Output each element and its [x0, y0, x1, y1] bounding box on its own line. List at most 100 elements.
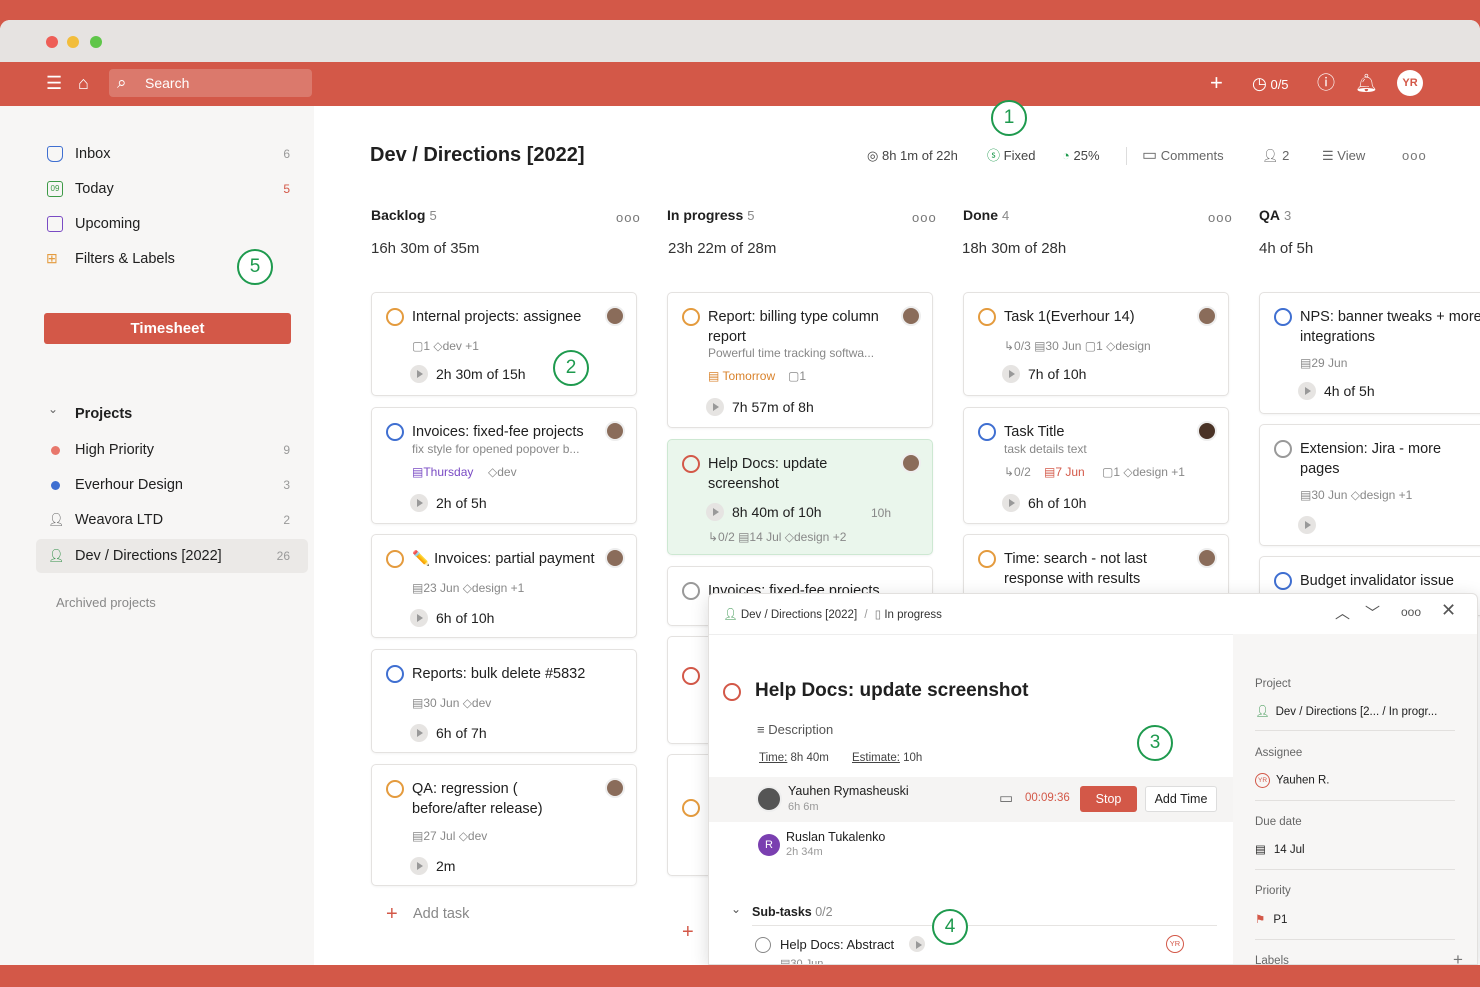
task-card[interactable]: Internal projects: assignee ▢1 ◇dev +1 2…	[371, 292, 637, 396]
sidebar-project-everhour-design[interactable]: Everhour Design 3	[36, 470, 308, 500]
more-options-icon[interactable]: ooo	[1401, 605, 1421, 619]
task-checkbox[interactable]	[723, 683, 741, 701]
sidebar-item-count: 3	[283, 478, 290, 492]
column-more-icon[interactable]: ooo	[912, 210, 937, 225]
breadcrumb-project[interactable]: Dev / Directions [2022]	[741, 609, 857, 621]
task-checkbox[interactable]	[978, 550, 996, 568]
play-icon[interactable]	[410, 365, 428, 383]
maximize-window-button[interactable]	[90, 36, 102, 48]
task-checkbox[interactable]	[682, 582, 700, 600]
task-checkbox[interactable]	[386, 423, 404, 441]
task-checkbox[interactable]	[978, 308, 996, 326]
play-icon[interactable]	[1002, 365, 1020, 383]
more-options-icon[interactable]: ooo	[1402, 148, 1427, 163]
task-card-active[interactable]: Help Docs: update screenshot 8h 40m of 1…	[667, 439, 933, 555]
sidebar-item-inbox[interactable]: Inbox 6	[36, 139, 308, 169]
column-more-icon[interactable]: ooo	[1208, 210, 1233, 225]
task-card[interactable]: NPS: banner tweaks + more integrations ▤…	[1259, 292, 1480, 414]
stop-timer-button[interactable]: Stop	[1080, 786, 1137, 812]
members-button[interactable]: 👤︎ 2	[1262, 147, 1289, 165]
task-checkbox[interactable]	[1274, 572, 1292, 590]
description-field[interactable]: ≡ Description	[757, 722, 833, 737]
task-card[interactable]: Reports: bulk delete #5832 ▤30 Jun ◇dev …	[371, 649, 637, 753]
archived-projects-link[interactable]: Archived projects	[56, 595, 156, 610]
detail-title[interactable]: Help Docs: update screenshot	[755, 680, 1028, 702]
task-checkbox[interactable]	[978, 423, 996, 441]
due-date-selector[interactable]: ▤ 14 Jul	[1255, 842, 1305, 856]
avatar[interactable]: YR	[1397, 70, 1423, 96]
sidebar-item-upcoming[interactable]: Upcoming	[36, 209, 308, 239]
task-checkbox[interactable]	[682, 308, 700, 326]
sidebar-project-dev-directions[interactable]: 👤︎ Dev / Directions [2022] 26	[36, 539, 308, 573]
clock-icon: ◎	[867, 148, 879, 163]
chevron-down-icon[interactable]: ﹀	[1365, 602, 1380, 623]
task-checkbox[interactable]	[1274, 440, 1292, 458]
task-checkbox[interactable]	[1274, 308, 1292, 326]
column-more-icon[interactable]: ooo	[616, 210, 641, 225]
plus-icon[interactable]: +	[386, 903, 398, 926]
sidebar-project-high-priority[interactable]: High Priority 9	[36, 435, 308, 465]
add-time-button[interactable]: Add Time	[1145, 786, 1217, 812]
task-checkbox[interactable]	[386, 780, 404, 798]
task-checkbox[interactable]	[386, 665, 404, 683]
timesheet-button[interactable]: Timesheet	[44, 313, 291, 344]
plus-icon[interactable]: +	[1453, 950, 1463, 964]
task-checkbox[interactable]	[386, 308, 404, 326]
add-task-icon[interactable]: +	[1210, 71, 1223, 95]
play-icon[interactable]	[706, 398, 724, 416]
menu-icon[interactable]: ☰	[46, 71, 62, 95]
comments-button[interactable]: ▭ Comments	[1142, 147, 1224, 165]
plus-icon[interactable]: +	[682, 921, 694, 944]
avatar[interactable]: YR	[1166, 935, 1184, 953]
minimize-window-button[interactable]	[67, 36, 79, 48]
play-icon[interactable]	[706, 503, 724, 521]
sidebar-item-today[interactable]: 09 Today 5	[36, 174, 308, 204]
project-time-summary[interactable]: ◎ 8h 1m of 22h	[867, 147, 958, 165]
task-card[interactable]: Invoices: fixed-fee projects fix style f…	[371, 407, 637, 524]
chevron-down-icon[interactable]: ⌄	[48, 402, 58, 416]
projects-header[interactable]: Projects	[75, 406, 132, 422]
task-checkbox[interactable]	[682, 455, 700, 473]
subtask-checkbox[interactable]	[755, 937, 771, 953]
play-icon[interactable]	[410, 494, 428, 512]
help-icon[interactable]: ⓘ	[1317, 71, 1335, 95]
task-checkbox[interactable]	[682, 799, 700, 817]
chevron-down-icon[interactable]: ⌄	[731, 902, 741, 916]
play-icon[interactable]	[410, 857, 428, 875]
play-icon[interactable]	[1298, 516, 1316, 534]
subtask-title[interactable]: Help Docs: Abstract	[780, 937, 894, 952]
play-icon[interactable]	[410, 609, 428, 627]
close-icon[interactable]: ✕	[1441, 600, 1456, 621]
task-card[interactable]: ✏️ Invoices: partial payment ▤23 Jun ◇de…	[371, 534, 637, 638]
task-card[interactable]: Task Title task details text ↳0/2 ▤7 Jun…	[963, 407, 1229, 524]
task-checkbox[interactable]	[386, 550, 404, 568]
play-icon[interactable]	[1002, 494, 1020, 512]
assignee-selector[interactable]: YR Yauhen R.	[1255, 773, 1330, 788]
chevron-up-icon[interactable]: ︿	[1335, 602, 1350, 623]
comment-icon[interactable]: ▭	[999, 789, 1013, 807]
bell-icon[interactable]: 🔔︎	[1355, 71, 1378, 95]
time-summary[interactable]: Time: 8h 40m	[759, 752, 829, 764]
priority-selector[interactable]: ⚑ P1	[1255, 912, 1287, 926]
productivity-button[interactable]: ◷ 0/5	[1252, 72, 1289, 97]
breadcrumb-section[interactable]: In progress	[884, 609, 942, 621]
project-selector[interactable]: 👤︎ Dev / Directions [2... / In progr...	[1255, 704, 1437, 718]
play-icon[interactable]	[410, 724, 428, 742]
add-task-button[interactable]: Add task	[413, 906, 469, 922]
sidebar-project-weavora[interactable]: 👤︎ Weavora LTD 2	[36, 505, 308, 535]
play-icon[interactable]	[1298, 382, 1316, 400]
task-card[interactable]: QA: regression ( before/after release) ▤…	[371, 764, 637, 886]
task-checkbox[interactable]	[682, 667, 700, 685]
home-icon[interactable]: ⌂	[78, 71, 89, 95]
task-card[interactable]: Task 1(Everhour 14) ↳0/3 ▤30 Jun ▢1 ◇des…	[963, 292, 1229, 396]
estimate-summary[interactable]: Estimate: 10h	[852, 752, 922, 764]
billing-type[interactable]: ⓢ Fixed	[987, 147, 1035, 165]
subtasks-header[interactable]: Sub-tasks 0/2	[752, 905, 833, 919]
search-input[interactable]: ⌕ Search	[109, 69, 312, 97]
task-card[interactable]: Report: billing type column report Power…	[667, 292, 933, 428]
view-button[interactable]: ☰ View	[1322, 147, 1365, 165]
play-icon[interactable]	[909, 936, 925, 952]
close-window-button[interactable]	[46, 36, 58, 48]
property-label: Labels	[1255, 955, 1289, 965]
task-card[interactable]: Extension: Jira - more pages ▤30 Jun ◇de…	[1259, 424, 1480, 546]
